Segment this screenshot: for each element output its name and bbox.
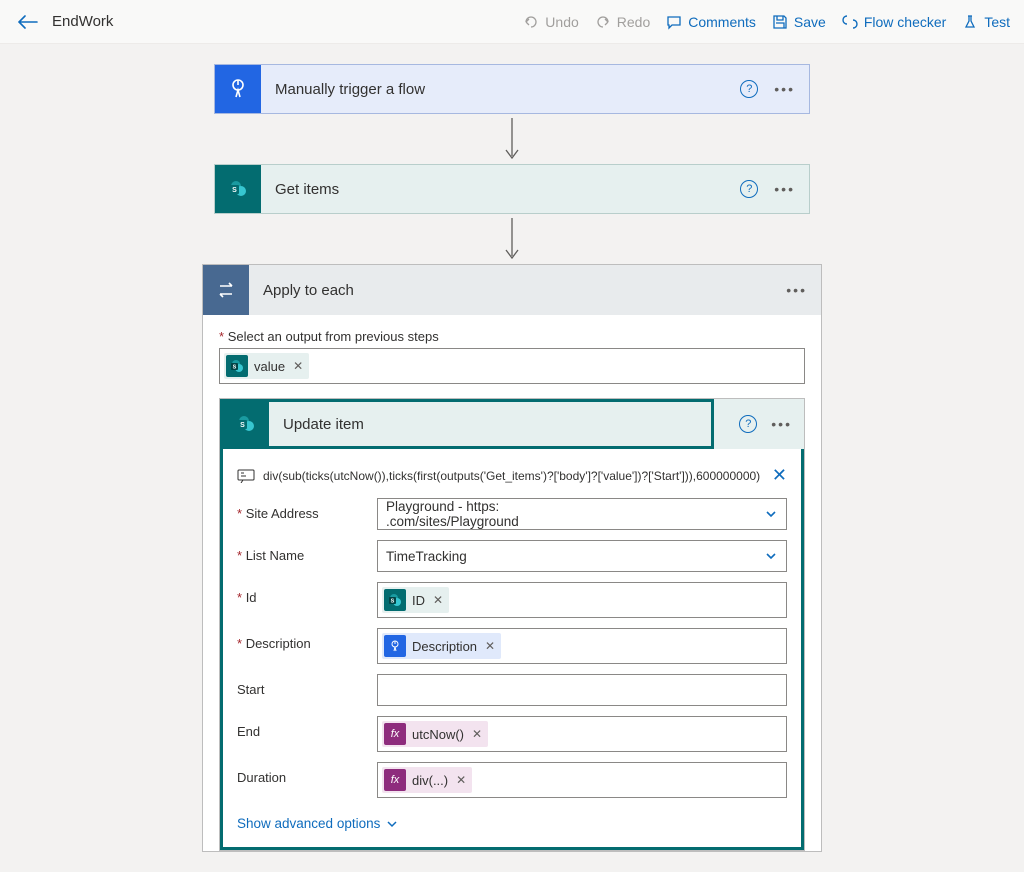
loop-icon xyxy=(203,265,249,315)
update-item-menu[interactable]: ••• xyxy=(771,416,792,432)
end-label: End xyxy=(237,716,377,739)
list-name-combo[interactable]: TimeTracking xyxy=(377,540,787,572)
help-icon[interactable]: ? xyxy=(739,415,757,433)
test-icon xyxy=(962,14,978,30)
redo-button[interactable]: Redo xyxy=(595,14,650,30)
sharepoint-icon: S xyxy=(223,402,269,446)
remove-token-icon[interactable]: ✕ xyxy=(431,593,445,607)
connector-arrow-icon xyxy=(503,114,521,164)
duration-token-label: div(...) xyxy=(412,773,448,788)
start-label: Start xyxy=(237,674,377,697)
value-token[interactable]: S value ✕ xyxy=(224,353,309,379)
flow-checker-icon xyxy=(842,14,858,30)
duration-label: Duration xyxy=(237,762,377,785)
chevron-down-icon xyxy=(764,549,778,563)
duration-fx-token[interactable]: fx div(...) ✕ xyxy=(382,767,472,793)
flow-checker-button[interactable]: Flow checker xyxy=(842,14,946,30)
select-output-label: * Select an output from previous steps xyxy=(219,329,805,344)
select-output-field[interactable]: S value ✕ xyxy=(219,348,805,384)
svg-text:S: S xyxy=(232,187,237,194)
end-token-label: utcNow() xyxy=(412,727,464,742)
comments-label: Comments xyxy=(688,14,756,30)
comments-icon xyxy=(666,14,682,30)
value-token-label: value xyxy=(254,359,285,374)
top-actions: Undo Redo Comments Save Flow checker Tes… xyxy=(523,14,1010,30)
flow-checker-label: Flow checker xyxy=(864,14,946,30)
help-icon[interactable]: ? xyxy=(740,80,758,98)
sharepoint-icon: S xyxy=(226,355,248,377)
update-item-header[interactable]: S Update item ? ••• xyxy=(220,399,804,449)
description-field[interactable]: Description ✕ xyxy=(377,628,787,664)
description-token-label: Description xyxy=(412,639,477,654)
save-button[interactable]: Save xyxy=(772,14,826,30)
chevron-down-icon xyxy=(386,818,398,830)
site-address-combo[interactable]: Playground - https:.com/sites/Playground xyxy=(377,498,787,530)
flow-name: EndWork xyxy=(52,13,113,30)
end-fx-token[interactable]: fx utcNow() ✕ xyxy=(382,721,488,747)
trigger-menu[interactable]: ••• xyxy=(774,81,795,97)
remove-token-icon[interactable]: ✕ xyxy=(291,359,305,373)
save-label: Save xyxy=(794,14,826,30)
comments-button[interactable]: Comments xyxy=(666,14,756,30)
remove-token-icon[interactable]: ✕ xyxy=(454,773,468,787)
trigger-card[interactable]: Manually trigger a flow ? ••• xyxy=(214,64,810,114)
svg-text:S: S xyxy=(391,599,395,605)
connector-arrow-icon xyxy=(503,214,521,264)
expression-text: div(sub(ticks(utcNow()),ticks(first(outp… xyxy=(263,469,760,483)
trigger-icon xyxy=(215,65,261,113)
test-label: Test xyxy=(984,14,1010,30)
redo-label: Redo xyxy=(617,14,650,30)
help-icon[interactable]: ? xyxy=(740,180,758,198)
id-field[interactable]: S ID ✕ xyxy=(377,582,787,618)
update-item-title: Update item xyxy=(269,416,711,433)
list-name-label: * List Name xyxy=(237,540,377,563)
update-item-card: S Update item ? ••• div(sub(ticks(utcNow… xyxy=(219,398,805,851)
expression-peek: div(sub(ticks(utcNow()),ticks(first(outp… xyxy=(237,461,787,498)
undo-icon xyxy=(523,14,539,30)
remove-token-icon[interactable]: ✕ xyxy=(483,639,497,653)
apply-to-each-title: Apply to each xyxy=(249,282,786,299)
top-bar: EndWork Undo Redo Comments Save Flow che… xyxy=(0,0,1024,44)
get-items-menu[interactable]: ••• xyxy=(774,181,795,197)
undo-label: Undo xyxy=(545,14,578,30)
get-items-card[interactable]: S Get items ? ••• xyxy=(214,164,810,214)
svg-text:S: S xyxy=(240,422,245,429)
duration-field[interactable]: fx div(...) ✕ xyxy=(377,762,787,798)
site-address-label: * Site Address xyxy=(237,498,377,521)
remove-token-icon[interactable]: ✕ xyxy=(470,727,484,741)
svg-text:S: S xyxy=(233,365,237,371)
back-button[interactable] xyxy=(14,8,42,36)
sharepoint-icon: S xyxy=(215,165,261,213)
description-token[interactable]: Description ✕ xyxy=(382,633,501,659)
id-label: * Id xyxy=(237,582,377,605)
redo-icon xyxy=(595,14,611,30)
save-icon xyxy=(772,14,788,30)
description-label: * Description xyxy=(237,628,377,651)
apply-to-each-card: Apply to each ••• * Select an output fro… xyxy=(202,264,822,852)
chevron-down-icon xyxy=(764,507,778,521)
test-button[interactable]: Test xyxy=(962,14,1010,30)
close-peek-icon[interactable]: ✕ xyxy=(772,465,787,486)
end-field[interactable]: fx utcNow() ✕ xyxy=(377,716,787,752)
start-field[interactable] xyxy=(377,674,787,706)
trigger-title: Manually trigger a flow xyxy=(261,81,740,98)
expression-icon xyxy=(237,469,255,483)
apply-to-each-menu[interactable]: ••• xyxy=(786,282,807,298)
id-token[interactable]: S ID ✕ xyxy=(382,587,449,613)
trigger-icon xyxy=(384,635,406,657)
fx-icon: fx xyxy=(384,769,406,791)
id-token-label: ID xyxy=(412,593,425,608)
fx-icon: fx xyxy=(384,723,406,745)
flow-canvas: Manually trigger a flow ? ••• S Get item… xyxy=(0,44,1024,872)
show-advanced-link[interactable]: Show advanced options xyxy=(237,816,398,831)
apply-to-each-header[interactable]: Apply to each ••• xyxy=(203,265,821,315)
undo-button[interactable]: Undo xyxy=(523,14,578,30)
sharepoint-icon: S xyxy=(384,589,406,611)
get-items-title: Get items xyxy=(261,181,740,198)
